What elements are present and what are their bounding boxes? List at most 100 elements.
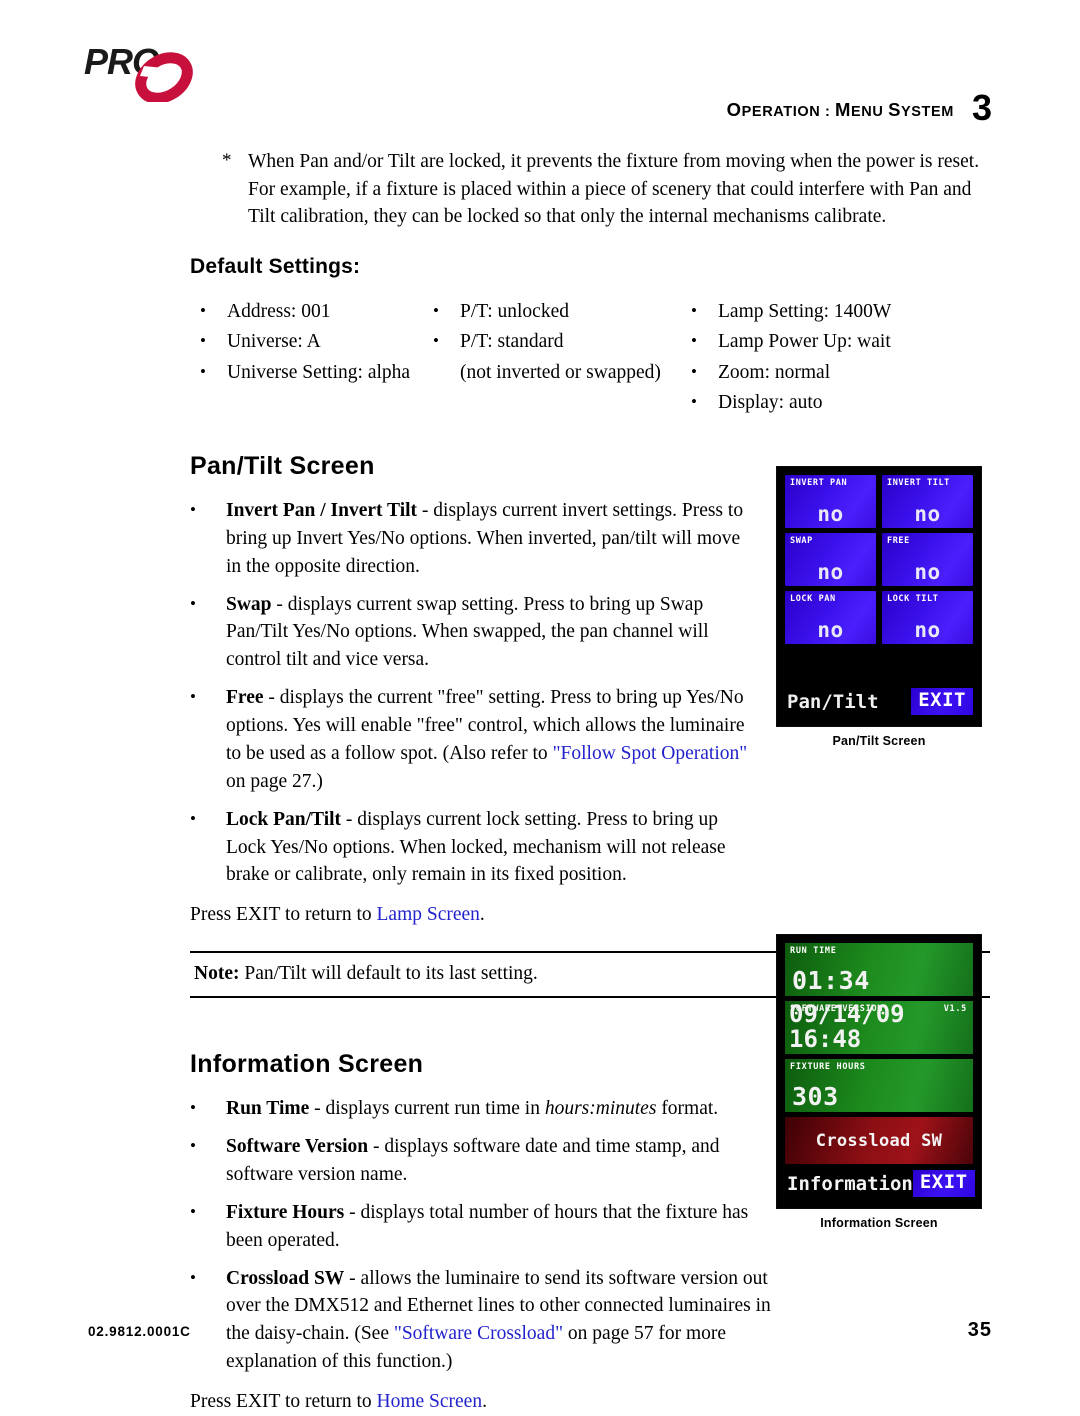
defaults-column-3: • Lamp Setting: 1400W • Lamp Power Up: w…: [691, 297, 951, 418]
lcd-button-label: Crossload SW: [815, 1130, 943, 1151]
list-item: • Free - displays the current "free" set…: [190, 684, 750, 796]
list-item-label: Address: 001: [227, 301, 331, 323]
bullet-dot: •: [190, 593, 196, 613]
lcd-button-invert-tilt[interactable]: INVERT TILT no: [882, 475, 973, 528]
exit-note-prefix: Press EXIT to return to: [190, 904, 377, 926]
list-item-label: Zoom: normal: [718, 361, 831, 383]
pantilt-bullet-list: • Invert Pan / Invert Tilt - displays cu…: [190, 497, 750, 889]
lcd-button-swap[interactable]: SWAP no: [785, 533, 876, 586]
list-item: • Fixture Hours - displays total number …: [190, 1199, 780, 1255]
lamp-screen-link[interactable]: Lamp Screen: [377, 904, 480, 925]
bullet-dot: •: [200, 361, 206, 381]
list-item-body: - displays current run time in: [309, 1098, 545, 1120]
page-title: OPERATION : MENU SYSTEM: [726, 99, 954, 120]
exit-note-suffix: .: [482, 1391, 487, 1413]
lcd-button-value: no: [914, 502, 941, 526]
header-title-group: OPERATION : MENU SYSTEM 3: [726, 87, 992, 128]
chapter-number: 3: [971, 87, 992, 128]
home-screen-link[interactable]: Home Screen: [377, 1391, 483, 1412]
list-item-text: Invert Pan / Invert Tilt - displays curr…: [226, 497, 750, 581]
list-item-lead: Run Time: [226, 1098, 310, 1120]
list-item: • Software Version - displays software d…: [190, 1133, 780, 1189]
defaults-column-2: • P/T: unlocked • P/T: standard (not inv…: [433, 297, 691, 418]
lcd-exit-button[interactable]: EXIT: [911, 688, 973, 715]
list-item: • Universe: A: [200, 327, 433, 357]
lcd-button-label: LOCK PAN: [790, 594, 836, 604]
list-item-italic: hours:minutes: [544, 1098, 657, 1120]
list-item: • P/T: standard: [433, 327, 691, 357]
list-item-text: Free - displays the current "free" setti…: [226, 684, 750, 796]
information-lcd-display: RUN TIME 01:34 SOFTWARE VERSION V1.5 09/…: [776, 934, 982, 1209]
default-settings-list: • Address: 001 • Universe: A • Universe …: [190, 297, 990, 418]
lcd-panel-value: 01:34: [792, 965, 870, 995]
bullet-dot: •: [433, 331, 439, 351]
bullet-dot: •: [200, 301, 206, 321]
intro-note: * When Pan and/or Tilt are locked, it pr…: [222, 148, 990, 231]
list-item-label: Lamp Setting: 1400W: [718, 301, 892, 323]
pantilt-button-grid: INVERT PAN no INVERT TILT no SWAP no FRE…: [785, 475, 973, 644]
pantilt-exit-note: Press EXIT to return to Lamp Screen.: [190, 901, 790, 929]
lcd-button-value: no: [914, 618, 941, 642]
lcd-button-crossload-sw[interactable]: Crossload SW: [785, 1117, 973, 1164]
list-item-text: Fixture Hours - displays total number of…: [226, 1199, 780, 1255]
lcd-button-value: no: [817, 560, 844, 584]
cross-reference-link[interactable]: "Follow Spot Operation": [553, 743, 748, 764]
lcd-panel-run-time[interactable]: RUN TIME 01:34: [785, 943, 973, 996]
bullet-dot: •: [433, 301, 439, 321]
note-text: Pan/Tilt will default to its last settin…: [244, 963, 538, 985]
list-item-body: - displays current swap setting. Press t…: [226, 593, 709, 671]
bullet-dot: •: [190, 1201, 196, 1221]
bullet-dot: •: [691, 301, 697, 321]
pantilt-lcd-display: INVERT PAN no INVERT TILT no SWAP no FRE…: [776, 466, 982, 727]
intro-note-text: When Pan and/or Tilt are locked, it prev…: [248, 151, 980, 228]
bullet-dot: •: [190, 1098, 196, 1118]
bullet-dot: •: [190, 687, 196, 707]
list-item-text: Run Time - displays current run time in …: [226, 1095, 780, 1123]
list-item-label: Display: auto: [718, 391, 823, 413]
lcd-button-value: no: [817, 618, 844, 642]
page-header: PRG OPERATION : MENU SYSTEM 3: [0, 32, 1080, 125]
pantilt-screen-figure: INVERT PAN no INVERT TILT no SWAP no FRE…: [776, 466, 982, 748]
list-item-lead: Invert Pan / Invert Tilt: [226, 499, 418, 521]
figure-caption: Information Screen: [820, 1216, 938, 1230]
prg-logo: PRG: [82, 40, 272, 102]
lcd-button-label: INVERT TILT: [887, 478, 950, 488]
lcd-button-label: SWAP: [790, 536, 813, 546]
list-item-lead: Software Version: [226, 1136, 369, 1158]
list-item-lead: Lock Pan/Tilt: [226, 808, 342, 830]
list-item: • Swap - displays current swap setting. …: [190, 591, 750, 675]
figure-caption: Pan/Tilt Screen: [832, 734, 926, 748]
list-item-label: P/T: standard: [460, 331, 564, 353]
exit-note-suffix: .: [479, 904, 485, 926]
lcd-button-free[interactable]: FREE no: [882, 533, 973, 586]
lcd-button-lock-pan[interactable]: LOCK PAN no: [785, 591, 876, 644]
lcd-panel-value: 303: [792, 1081, 839, 1111]
list-item: • Address: 001: [200, 297, 433, 327]
lcd-button-invert-pan[interactable]: INVERT PAN no: [785, 475, 876, 528]
bullet-dot: •: [190, 499, 196, 519]
list-item-lead: Free: [226, 687, 264, 709]
bullet-dot: •: [691, 361, 697, 381]
lcd-button-lock-tilt[interactable]: LOCK TILT no: [882, 591, 973, 644]
list-item: • Lock Pan/Tilt - displays current lock …: [190, 806, 750, 890]
note-label: Note:: [194, 963, 240, 985]
list-item-body-tail: format.: [656, 1098, 719, 1120]
lcd-screen-name: Pan/Tilt: [787, 690, 879, 713]
information-exit-note: Press EXIT to return to Home Screen.: [190, 1388, 790, 1416]
list-item-body-tail: on page 27.): [226, 770, 323, 792]
list-item: • Zoom: normal: [691, 358, 951, 388]
lcd-button-label: FREE: [887, 536, 910, 546]
lcd-button-value: no: [817, 502, 844, 526]
list-item-label: Universe Setting: alpha: [227, 361, 411, 383]
lcd-panel-software-version[interactable]: SOFTWARE VERSION V1.5 09/14/09 16:48: [785, 1001, 973, 1054]
lcd-panel-label: FIXTURE HOURS: [790, 1062, 866, 1072]
bullet-dot: •: [190, 808, 196, 828]
lcd-panel-label: RUN TIME: [790, 946, 837, 956]
exit-note-prefix: Press EXIT to return to: [190, 1391, 377, 1413]
list-item-text: Lock Pan/Tilt - displays current lock se…: [226, 806, 750, 890]
lcd-panel-fixture-hours[interactable]: FIXTURE HOURS 303: [785, 1059, 973, 1112]
lcd-exit-button[interactable]: EXIT: [912, 1170, 975, 1197]
page-footer: 02.9812.0001C 35: [88, 1319, 992, 1342]
list-item-lead: Crossload SW: [226, 1267, 345, 1289]
pantilt-lcd-footer: Pan/Tilt EXIT: [785, 685, 973, 718]
